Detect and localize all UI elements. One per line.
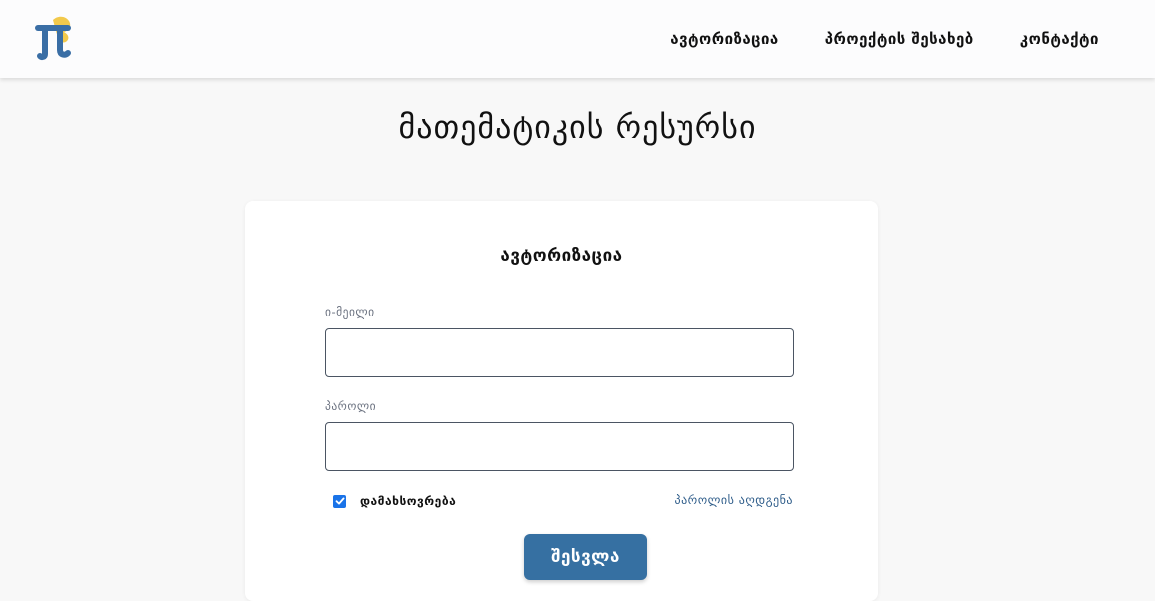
page-title: მათემატიკის რესურსი xyxy=(398,108,757,146)
nav-link-about-project[interactable]: პროექტის შესახებ xyxy=(825,30,974,48)
nav-link-login[interactable]: ავტორიზაცია xyxy=(670,30,778,48)
login-button[interactable]: შესვლა xyxy=(524,534,647,580)
remember-me-label: დამახსოვრება xyxy=(360,494,457,508)
login-card: ავტორიზაცია ი-მეილი პაროლი დამახსოვრება … xyxy=(245,201,878,601)
login-card-title: ავტორიზაცია xyxy=(500,246,623,266)
email-label: ი-მეილი xyxy=(325,305,375,319)
main-navigation: ავტორიზაცია პროექტის შესახებ კონტაქტი xyxy=(670,0,1099,78)
checkmark-icon xyxy=(335,497,344,505)
password-field[interactable] xyxy=(325,422,794,471)
password-label: პაროლი xyxy=(325,399,377,413)
remember-me[interactable]: დამახსოვრება xyxy=(333,494,456,508)
pi-logo-icon[interactable] xyxy=(30,14,80,62)
forgot-password-link[interactable]: პაროლის აღდგენა xyxy=(674,493,793,507)
email-field[interactable] xyxy=(325,328,794,377)
remember-me-checkbox[interactable] xyxy=(333,494,346,508)
navbar: ავტორიზაცია პროექტის შესახებ კონტაქტი xyxy=(0,0,1155,78)
nav-link-contact[interactable]: კონტაქტი xyxy=(1020,30,1099,48)
